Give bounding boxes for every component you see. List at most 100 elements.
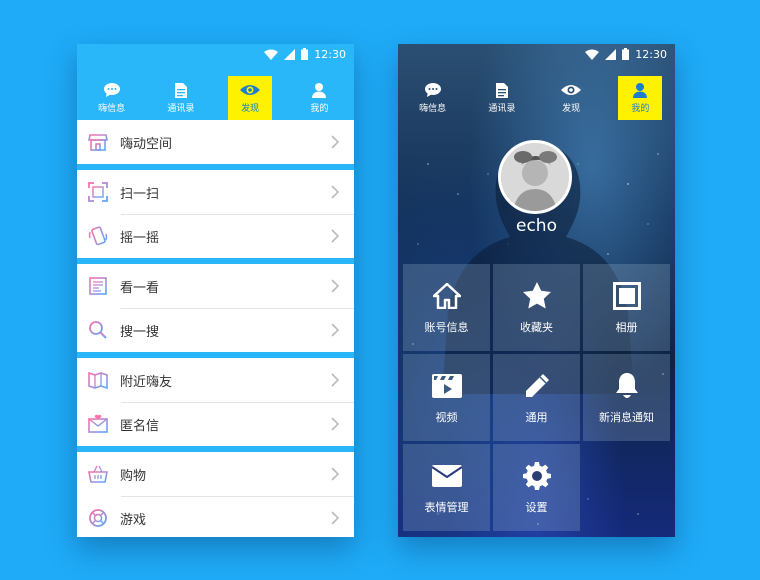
chevron-right-icon [331, 467, 340, 481]
discover-list: 嗨动空间 扫一扫 摇一摇 看一看 搜一搜 附近嗨友 匿名信 购物 游戏 [77, 120, 354, 537]
profile-screen: 12:30 嗨信息 通讯录 发现 我的 echo 账号信息 收藏夹 相册 视频 … [398, 44, 675, 537]
tile-general[interactable]: 通用 [493, 354, 580, 441]
wifi-icon [585, 49, 600, 60]
chevron-right-icon [331, 373, 340, 387]
list-group: 扫一扫 摇一摇 [77, 170, 354, 258]
tab-discover[interactable]: 发现 [228, 76, 273, 120]
bell-icon [612, 371, 642, 401]
scan-icon [88, 182, 108, 202]
tab-contacts[interactable]: 通讯录 [480, 76, 524, 120]
list-item-space[interactable]: 嗨动空间 [77, 120, 354, 164]
tab-discover[interactable]: 发现 [549, 76, 593, 120]
tab-label: 我的 [310, 104, 329, 114]
person-icon [633, 82, 648, 98]
tile-label: 通用 [525, 410, 548, 424]
tile-sticker-management[interactable]: 表情管理 [403, 444, 490, 531]
tile-label: 新消息通知 [599, 410, 654, 424]
wifi-icon [264, 49, 279, 60]
newspaper-icon [89, 277, 107, 295]
album-icon [612, 281, 642, 311]
star-icon [522, 281, 552, 311]
status-time: 12:30 [635, 47, 667, 61]
chevron-right-icon [331, 185, 340, 199]
list-item-look[interactable]: 看一看 [77, 264, 354, 308]
list-item-scan[interactable]: 扫一扫 [77, 170, 354, 214]
tile-album[interactable]: 相册 [583, 264, 670, 351]
list-item-shake[interactable]: 摇一摇 [77, 214, 354, 258]
tile-notifications[interactable]: 新消息通知 [583, 354, 670, 441]
map-icon [88, 371, 108, 390]
list-item-label: 附近嗨友 [120, 374, 173, 390]
list-item-label: 搜一搜 [120, 324, 160, 340]
battery-icon [301, 48, 309, 60]
list-item-label: 扫一扫 [120, 186, 160, 202]
tab-messages[interactable]: 嗨信息 [411, 76, 455, 120]
list-item-label: 游戏 [120, 512, 147, 528]
home-icon [432, 281, 462, 311]
list-group: 嗨动空间 [77, 120, 354, 164]
tile-label: 收藏夹 [520, 320, 553, 334]
lifebuoy-icon [89, 509, 107, 527]
list-item-label: 嗨动空间 [120, 136, 173, 152]
magnifier-icon [89, 321, 107, 339]
list-item-nearby[interactable]: 附近嗨友 [77, 358, 354, 402]
list-item-shopping[interactable]: 购物 [77, 452, 354, 496]
list-item-anonymous-letter[interactable]: 匿名信 [77, 402, 354, 446]
profile-username: echo [516, 216, 557, 236]
tile-label: 视频 [435, 410, 458, 424]
tab-label: 嗨信息 [419, 104, 447, 114]
tile-video[interactable]: 视频 [403, 354, 490, 441]
person-icon [312, 82, 327, 98]
list-item-label: 匿名信 [120, 418, 160, 434]
tab-label: 发现 [562, 104, 581, 114]
tile-label: 账号信息 [424, 320, 469, 334]
list-item-label: 看一看 [120, 280, 160, 296]
list-group: 购物 游戏 [77, 452, 354, 537]
envelope-icon [431, 461, 462, 491]
document-icon [174, 82, 187, 98]
status-bar: 12:30 [77, 44, 354, 64]
chevron-right-icon [331, 279, 340, 293]
tab-label: 发现 [241, 104, 260, 114]
tile-label: 表情管理 [424, 500, 469, 514]
tile-label: 设置 [525, 500, 548, 514]
tile-favorites[interactable]: 收藏夹 [493, 264, 580, 351]
envelope-heart-icon [88, 414, 108, 433]
tab-label: 嗨信息 [98, 104, 126, 114]
tab-bar: 嗨信息 通讯录 发现 我的 [77, 76, 354, 120]
chevron-right-icon [331, 323, 340, 337]
discover-screen: 12:30 嗨信息 通讯录 发现 我的 嗨动空间 扫一扫 摇一摇 看一看 搜一搜… [77, 44, 354, 537]
tile-settings[interactable]: 设置 [493, 444, 580, 531]
chevron-right-icon [331, 511, 340, 525]
tile-account-info[interactable]: 账号信息 [403, 264, 490, 351]
document-icon [495, 82, 508, 98]
avatar[interactable] [498, 140, 572, 214]
list-item-label: 购物 [120, 468, 147, 484]
chevron-right-icon [331, 417, 340, 431]
profile-menu-grid: 账号信息 收藏夹 相册 视频 通用 新消息通知 表情管理 设置 [403, 264, 670, 531]
basket-icon [88, 465, 108, 483]
tab-label: 通讯录 [167, 104, 195, 114]
signal-icon [284, 48, 296, 60]
tab-me[interactable]: 我的 [297, 76, 341, 120]
eye-icon [561, 82, 582, 98]
list-group: 看一看 搜一搜 [77, 264, 354, 352]
list-group: 附近嗨友 匿名信 [77, 358, 354, 446]
tab-bar: 嗨信息 通讯录 发现 我的 [398, 76, 675, 120]
list-item-search[interactable]: 搜一搜 [77, 308, 354, 352]
tab-me[interactable]: 我的 [618, 76, 663, 120]
tab-contacts[interactable]: 通讯录 [159, 76, 203, 120]
status-bar: 12:30 [398, 44, 675, 64]
store-icon [88, 134, 108, 151]
chat-bubble-icon [103, 82, 120, 98]
battery-icon [622, 48, 630, 60]
tile-label: 相册 [615, 320, 638, 334]
chat-bubble-icon [424, 82, 441, 98]
pencil-icon [522, 371, 552, 401]
list-item-games[interactable]: 游戏 [77, 496, 354, 537]
tab-label: 我的 [631, 104, 650, 114]
eye-icon [240, 82, 261, 98]
tab-messages[interactable]: 嗨信息 [90, 76, 134, 120]
chevron-right-icon [331, 135, 340, 149]
shake-phone-icon [88, 226, 108, 246]
